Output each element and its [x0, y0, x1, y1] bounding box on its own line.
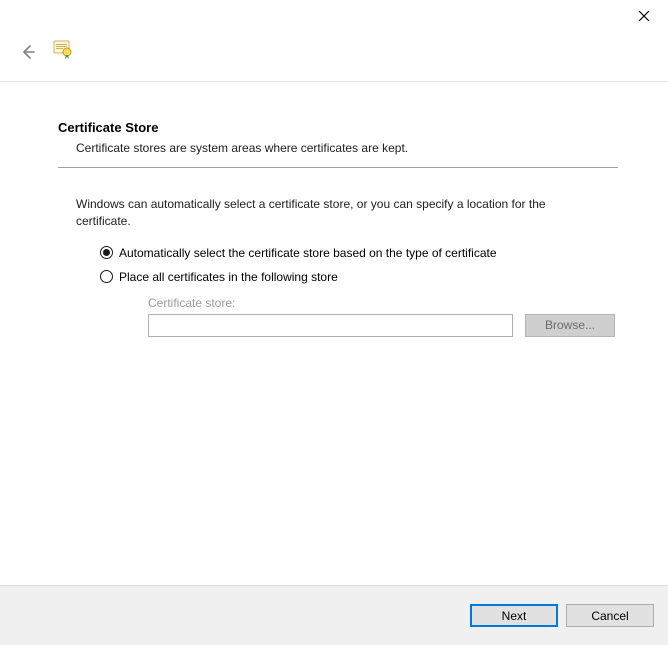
close-icon — [638, 10, 650, 22]
next-button[interactable]: Next — [470, 604, 558, 627]
page-title: Certificate Store — [58, 120, 618, 135]
wizard-header-strip — [0, 30, 668, 72]
page-subtitle: Certificate stores are system areas wher… — [58, 141, 618, 155]
certificate-icon — [52, 38, 74, 60]
certificate-store-input — [148, 314, 513, 337]
cancel-button[interactable]: Cancel — [566, 604, 654, 627]
certificate-store-block: Certificate store: Browse... — [100, 296, 618, 337]
arrow-left-icon — [20, 44, 36, 60]
close-button[interactable] — [634, 6, 654, 26]
radio-circle-icon — [100, 246, 113, 259]
header-divider — [0, 81, 668, 82]
radio-auto-label: Automatically select the certificate sto… — [119, 246, 497, 260]
browse-button: Browse... — [525, 314, 615, 337]
body-intro-text: Windows can automatically select a certi… — [76, 196, 596, 230]
certificate-store-row: Browse... — [148, 314, 618, 337]
radio-circle-icon — [100, 270, 113, 283]
radio-place-all[interactable]: Place all certificates in the following … — [100, 270, 618, 284]
certificate-store-label: Certificate store: — [148, 296, 618, 310]
wizard-footer: Next Cancel — [0, 585, 668, 645]
radio-auto-select[interactable]: Automatically select the certificate sto… — [100, 246, 618, 260]
wizard-content: Certificate Store Certificate stores are… — [58, 120, 618, 337]
radio-dot-icon — [103, 249, 110, 256]
store-radio-group: Automatically select the certificate sto… — [76, 246, 618, 337]
radio-place-label: Place all certificates in the following … — [119, 270, 338, 284]
back-button[interactable] — [18, 42, 38, 62]
certificate-import-wizard: Certificate Store Certificate stores are… — [0, 0, 668, 645]
body-block: Windows can automatically select a certi… — [58, 196, 618, 337]
section-divider — [58, 167, 618, 168]
